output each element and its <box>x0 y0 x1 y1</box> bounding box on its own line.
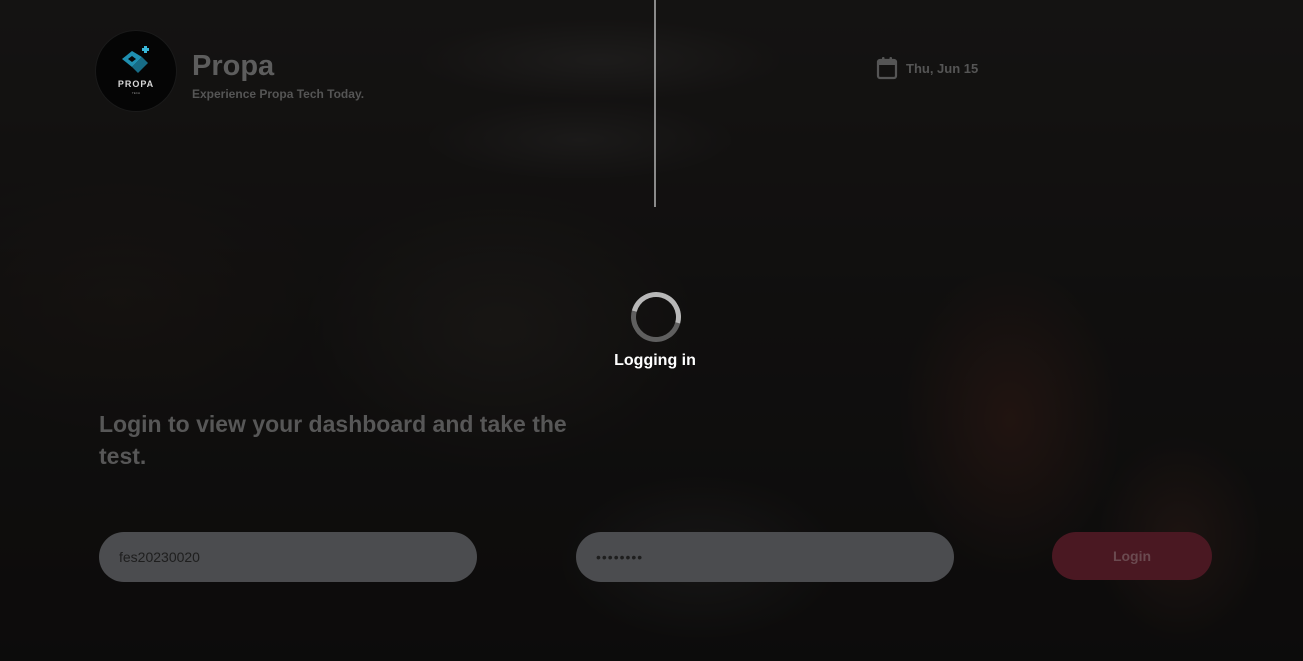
brand-tagline: Experience Propa Tech Today. <box>192 87 365 101</box>
logo-mark-icon <box>122 46 149 73</box>
username-input[interactable] <box>99 532 477 582</box>
date-text: Thu, Jun 15 <box>906 60 979 76</box>
logo-subtext: TECH <box>131 91 141 95</box>
brand-title: Propa <box>192 50 275 82</box>
calendar-icon <box>876 57 898 80</box>
page-headline: Login to view your dashboard and take th… <box>99 411 567 469</box>
password-input[interactable] <box>576 532 954 582</box>
logo-text: PROPA <box>117 79 155 89</box>
divider-line <box>654 0 656 207</box>
loading-text: Logging in <box>614 352 696 369</box>
brand-logo: PROPA TECH <box>96 31 176 111</box>
login-button[interactable]: Login <box>1052 532 1212 580</box>
date-display: Thu, Jun 15 <box>876 56 978 80</box>
